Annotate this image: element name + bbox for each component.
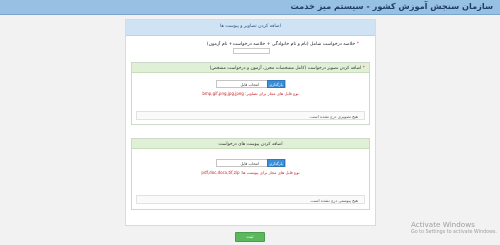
required-marker: * — [355, 42, 359, 47]
request-summary-label: * خلاصه درخواست شامل (نام و نام خانوادگی… — [207, 42, 359, 47]
panel-header: اضافه کردن تصاویر و پیوست ها — [126, 20, 375, 36]
attachment-upload-section: اضافه کردن پیوست های درخواست بارگذاری ان… — [131, 138, 370, 210]
image-upload-section: * اضافه کردن تصویر درخواست (کامل مشخصات … — [131, 62, 370, 125]
attachment-status-box: هیچ پیوستی درج نشده است. — [136, 195, 365, 204]
activate-windows-watermark: Activate Windows Go to Settings to activ… — [411, 220, 497, 235]
required-marker: * — [361, 66, 365, 71]
panel-title: اضافه کردن تصاویر و پیوست ها — [220, 24, 281, 29]
watermark-line-2: Go to Settings to activate Windows. — [411, 230, 497, 235]
image-allowed-types: نوع فایل های مجاز برای تصاویر: bmp,gif,p… — [202, 91, 299, 96]
attachment-section-header: اضافه کردن پیوست های درخواست — [132, 139, 369, 149]
attachment-section-title: اضافه کردن پیوست های درخواست — [218, 142, 283, 147]
attachment-choose-file-label[interactable]: انتخاب فایل — [240, 161, 259, 166]
image-status-box: هیچ تصویری درج نشده است. — [136, 111, 365, 120]
submit-button[interactable]: ثبت — [235, 232, 265, 242]
image-section-header: * اضافه کردن تصویر درخواست (کامل مشخصات … — [132, 63, 369, 73]
attachment-status-text: هیچ پیوستی درج نشده است. — [309, 198, 358, 203]
app-title: سازمان سنجش آموزش کشور - سیستم میز خدمت — [290, 1, 493, 11]
image-choose-file-label[interactable]: انتخاب فایل — [240, 82, 259, 87]
attachment-file-input[interactable]: بارگذاری انتخاب فایل — [216, 159, 286, 167]
attachment-allowed-types: نوع فایل های مجاز برای پیوست ها: pdf,doc… — [201, 170, 300, 175]
watermark-line-1: Activate Windows — [411, 220, 475, 229]
image-browse-button[interactable]: بارگذاری — [267, 80, 285, 88]
attachment-browse-button[interactable]: بارگذاری — [267, 159, 285, 167]
request-summary-label-text: خلاصه درخواست شامل (نام و نام خانوادگی +… — [206, 42, 356, 47]
request-summary-input[interactable] — [233, 48, 270, 54]
image-status-text: هیچ تصویری درج نشده است. — [309, 114, 358, 119]
top-bar: سازمان سنجش آموزش کشور - سیستم میز خدمت — [0, 0, 500, 15]
image-section-title: * اضافه کردن تصویر درخواست (کامل مشخصات … — [210, 66, 365, 71]
request-form-panel: اضافه کردن تصاویر و پیوست ها * خلاصه درخ… — [125, 19, 376, 226]
image-file-input[interactable]: بارگذاری انتخاب فایل — [216, 80, 286, 88]
image-section-title-text: اضافه کردن تصویر درخواست (کامل مشخصات مح… — [209, 66, 362, 71]
